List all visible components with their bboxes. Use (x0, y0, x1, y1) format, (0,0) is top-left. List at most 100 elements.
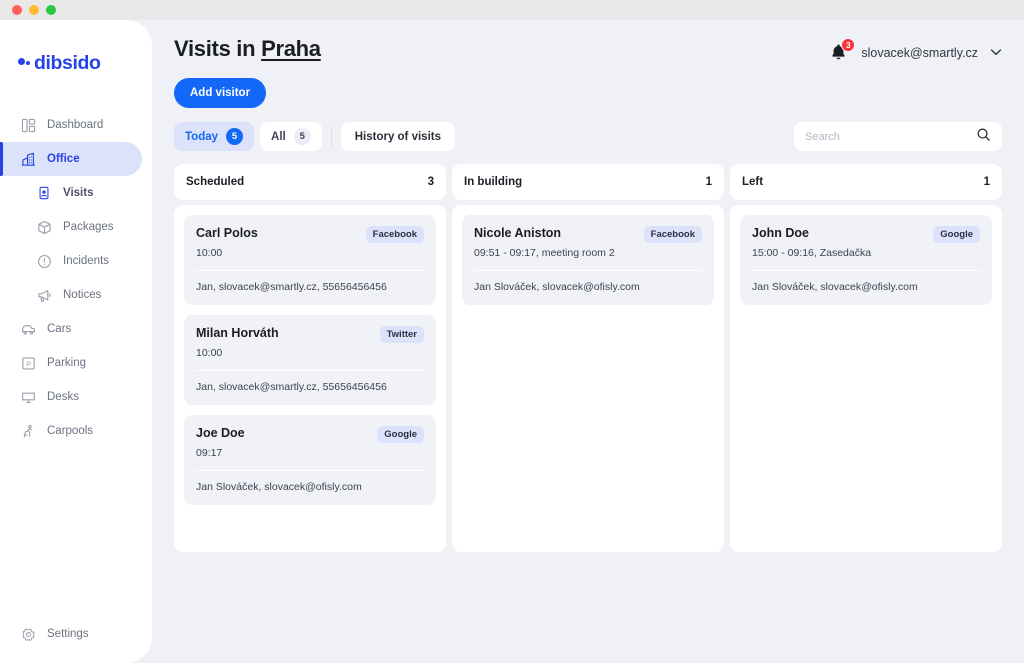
sidebar-item-label: Packages (63, 221, 114, 233)
visit-time: 09:17 (196, 447, 223, 459)
tab-history-of-visits[interactable]: History of visits (340, 122, 455, 151)
visitor-name: John Doe (752, 226, 809, 240)
visit-card[interactable]: John Doe Google 15:00 - 09:16, Zasedačka… (740, 215, 992, 305)
card-divider (196, 270, 424, 271)
card-divider (196, 370, 424, 371)
column-body: Carl Polos Facebook 10:00 Jan, slovacek@… (174, 205, 446, 552)
sidebar-item-desks[interactable]: Desks (0, 380, 142, 414)
visit-card[interactable]: Milan Horváth Twitter 10:00 Jan, slovace… (184, 315, 436, 405)
sidebar-item-label: Settings (47, 628, 89, 640)
search-input[interactable] (805, 130, 968, 143)
desk-monitor-icon (20, 389, 36, 405)
package-box-icon (36, 219, 52, 235)
visit-card-header: Nicole Aniston Facebook (474, 226, 702, 243)
app-logo[interactable]: dibsido (0, 20, 152, 82)
sidebar-item-cars[interactable]: Cars (0, 312, 142, 346)
column-count: 1 (705, 176, 712, 188)
gear-icon (20, 626, 36, 642)
tab-count-badge: 5 (293, 128, 311, 145)
app-window: dibsido Dashboard Office Visits Packages… (0, 0, 1024, 663)
app-body: dibsido Dashboard Office Visits Packages… (0, 20, 1024, 663)
company-badge: Google (933, 226, 980, 243)
visit-host: Jan Slováček, slovacek@ofisly.com (474, 281, 640, 293)
visit-host: Jan Slováček, slovacek@ofisly.com (196, 481, 362, 493)
visits-badge-icon (36, 185, 52, 201)
office-building-icon (20, 151, 36, 167)
card-divider (196, 470, 424, 471)
window-titlebar (0, 0, 1024, 20)
page-title-location[interactable]: Praha (261, 36, 321, 61)
visit-host: Jan Slováček, slovacek@ofisly.com (752, 281, 918, 293)
sidebar-item-label: Notices (63, 289, 102, 301)
sidebar: dibsido Dashboard Office Visits Packages… (0, 20, 152, 663)
sidebar-item-visits[interactable]: Visits (0, 176, 142, 210)
sidebar-item-incidents[interactable]: Incidents (0, 244, 142, 278)
sidebar-item-parking[interactable]: P Parking (0, 346, 142, 380)
window-minimize-button[interactable] (29, 5, 39, 15)
svg-text:P: P (26, 360, 31, 368)
visit-card-header: Carl Polos Facebook (196, 226, 424, 243)
visitor-name: Nicole Aniston (474, 226, 562, 240)
visit-card-header: Joe Doe Google (196, 426, 424, 443)
board-column-in-building: In building 1 Nicole Aniston Facebook 09… (452, 164, 724, 552)
column-body: Nicole Aniston Facebook 09:51 - 09:17, m… (452, 205, 724, 552)
visit-card-header: John Doe Google (752, 226, 980, 243)
column-count: 3 (427, 176, 434, 188)
visit-time: 10:00 (196, 247, 223, 259)
filter-tabs: Today 5 All 5 History of visits (174, 122, 455, 151)
visit-host: Jan, slovacek@smartly.cz, 55656456456 (196, 281, 387, 293)
sidebar-item-label: Desks (47, 391, 79, 403)
card-divider (752, 270, 980, 271)
column-title: In building (464, 176, 523, 188)
board-column-left: Left 1 John Doe Google 15:00 - 09:16, Za… (730, 164, 1002, 552)
notification-count-badge: 3 (841, 38, 856, 52)
window-close-button[interactable] (12, 5, 22, 15)
visit-time: 09:51 - 09:17, meeting room 2 (474, 247, 615, 259)
column-title: Left (742, 176, 764, 188)
visit-card[interactable]: Carl Polos Facebook 10:00 Jan, slovacek@… (184, 215, 436, 305)
add-visitor-button[interactable]: Add visitor (174, 78, 267, 108)
sidebar-item-label: Parking (47, 357, 86, 369)
board-column-scheduled: Scheduled 3 Carl Polos Facebook 10:00 Ja… (174, 164, 446, 552)
sidebar-item-office[interactable]: Office (0, 142, 142, 176)
company-badge: Google (377, 426, 424, 443)
main-content: Visits in Praha 3 slovacek@smartly.cz Ad… (152, 20, 1024, 663)
visit-host: Jan, slovacek@smartly.cz, 55656456456 (196, 381, 387, 393)
tabs-divider (330, 125, 332, 148)
sidebar-nav: Dashboard Office Visits Packages Inciden… (0, 108, 152, 448)
filters-row: Today 5 All 5 History of visits (174, 122, 1002, 151)
account-area: 3 slovacek@smartly.cz (829, 36, 1002, 64)
sidebar-item-settings[interactable]: Settings (0, 617, 142, 651)
notifications-button[interactable]: 3 (829, 38, 856, 64)
column-title: Scheduled (186, 176, 245, 188)
sidebar-item-packages[interactable]: Packages (0, 210, 142, 244)
parking-p-icon: P (20, 355, 36, 371)
sidebar-settings-section: Settings (0, 617, 152, 663)
search-icon[interactable] (976, 127, 991, 147)
sidebar-item-dashboard[interactable]: Dashboard (0, 108, 142, 142)
page-topbar: Visits in Praha 3 slovacek@smartly.cz (174, 20, 1002, 64)
sidebar-item-label: Office (47, 153, 80, 165)
visit-card[interactable]: Joe Doe Google 09:17 Jan Slováček, slova… (184, 415, 436, 505)
tab-all[interactable]: All 5 (260, 122, 322, 151)
logo-dots-icon (18, 58, 30, 68)
sidebar-item-carpools[interactable]: Carpools (0, 414, 142, 448)
window-maximize-button[interactable] (46, 5, 56, 15)
visit-card[interactable]: Nicole Aniston Facebook 09:51 - 09:17, m… (462, 215, 714, 305)
tab-today[interactable]: Today 5 (174, 122, 255, 151)
column-body: John Doe Google 15:00 - 09:16, Zasedačka… (730, 205, 1002, 552)
megaphone-icon (36, 287, 52, 303)
company-badge: Facebook (643, 226, 702, 243)
search-box[interactable] (794, 122, 1002, 151)
sidebar-item-label: Dashboard (47, 119, 104, 131)
visitor-name: Milan Horváth (196, 326, 279, 340)
sidebar-item-notices[interactable]: Notices (0, 278, 142, 312)
sidebar-item-label: Incidents (63, 255, 110, 267)
page-title: Visits in Praha (174, 36, 321, 62)
chevron-down-icon[interactable] (990, 47, 1002, 59)
visitor-name: Joe Doe (196, 426, 245, 440)
column-header: Left 1 (730, 164, 1002, 200)
company-badge: Facebook (365, 226, 424, 243)
alert-circle-icon (36, 253, 52, 269)
logo-text: dibsido (34, 51, 101, 74)
